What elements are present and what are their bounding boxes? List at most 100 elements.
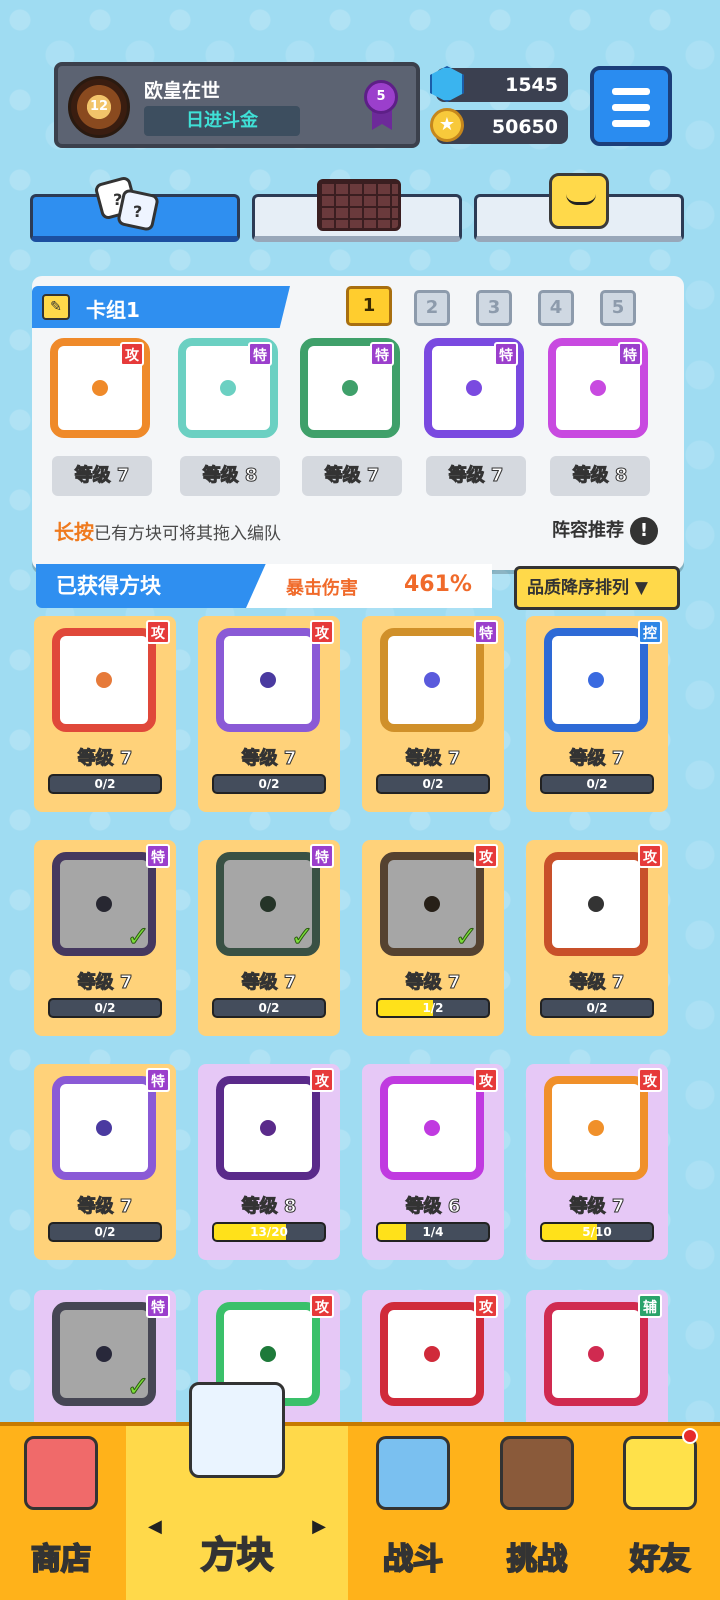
block-card[interactable]: 特 ✓ 等级 7 0/2 xyxy=(198,840,340,1036)
drag-hint: 长按已有方块可将其拖入编队 xyxy=(54,516,281,545)
block-level: 等级 8 xyxy=(241,1196,297,1218)
progress-text: 13/20 xyxy=(250,1225,288,1239)
profile-panel[interactable]: 12 欧皇在世 日进斗金 5 xyxy=(54,62,420,148)
menu-line xyxy=(612,88,650,95)
svg-text:?: ? xyxy=(113,190,122,209)
deck-slot-2[interactable]: 2 xyxy=(414,290,450,326)
type-tag: 控 xyxy=(638,620,662,644)
block-card[interactable]: 特等级 7 0/2 xyxy=(362,616,504,812)
block-card[interactable]: 控等级 7 0/2 xyxy=(526,616,668,812)
block-core-icon xyxy=(260,672,276,688)
crit-damage-stat[interactable]: 暴击伤害 461% xyxy=(246,564,492,608)
block-card[interactable]: 攻等级 6 1/4 xyxy=(362,1064,504,1260)
block-card[interactable]: 攻等级 7 0/2 xyxy=(526,840,668,1036)
block-card[interactable]: 攻等级 7 0/2 xyxy=(198,616,340,812)
block-level: 等级 7 xyxy=(569,748,625,770)
block-core-icon xyxy=(96,1120,112,1136)
gem-counter[interactable]: 1545 xyxy=(430,66,568,102)
block-card[interactable]: 攻 ✓ 等级 7 1/2 xyxy=(362,840,504,1036)
sort-dropdown[interactable]: 品质降序排列 ▼ xyxy=(514,566,680,610)
deck-card[interactable]: 特 xyxy=(178,338,278,438)
block-frame xyxy=(216,628,320,732)
block-art xyxy=(216,628,320,732)
pencil-icon[interactable]: ✎ xyxy=(42,294,70,320)
block-frame xyxy=(52,1076,156,1180)
block-core-icon xyxy=(96,672,112,688)
block-art xyxy=(52,1076,156,1180)
deck-slot-5[interactable]: 5 xyxy=(600,290,636,326)
deck-header[interactable]: ✎ 卡组1 xyxy=(32,286,290,328)
block-card[interactable]: 特等级 7 0/2 xyxy=(34,1064,176,1260)
equipped-check-icon: ✓ xyxy=(126,920,150,954)
block-card[interactable]: 攻等级 8 13/20 xyxy=(198,1064,340,1260)
block-level: 等级 7 xyxy=(569,1196,625,1218)
block-art xyxy=(380,628,484,732)
nav-battle[interactable]: 战斗 xyxy=(352,1426,474,1600)
lineup-recommend-button[interactable]: 阵容推荐! xyxy=(552,516,658,545)
nav-challenge-label: 挑战 xyxy=(506,1541,568,1578)
block-core-icon xyxy=(260,1346,276,1362)
progress-text: 0/2 xyxy=(94,1001,116,1015)
block-level: 等级 6 xyxy=(405,1196,461,1218)
progress-text: 0/2 xyxy=(258,1001,280,1015)
block-core-icon xyxy=(260,1120,276,1136)
coin-counter[interactable]: ★ 50650 xyxy=(430,108,568,144)
equipped-check-icon: ✓ xyxy=(290,920,314,954)
nav-blocks-label: 方块 xyxy=(200,1534,274,1577)
nav-shop-label: 商店 xyxy=(30,1541,92,1578)
upgrade-progress-bar: 5/10 xyxy=(540,1222,654,1242)
challenge-icon xyxy=(500,1436,574,1510)
player-name: 欧皇在世 xyxy=(144,80,221,102)
type-tag: 攻 xyxy=(474,844,498,868)
notification-dot xyxy=(682,1428,698,1444)
bottom-nav: 商店 ◀ ▶ 方块 战斗 挑战 好友 xyxy=(0,1382,720,1600)
type-tag: 攻 xyxy=(474,1294,498,1318)
type-tag: 特 xyxy=(146,1068,170,1092)
deck-slot-1[interactable]: 1 xyxy=(346,286,392,326)
block-card[interactable]: 攻等级 7 0/2 xyxy=(34,616,176,812)
type-tag: 攻 xyxy=(310,620,334,644)
gem-amount: 1545 xyxy=(505,74,558,96)
smiley-face-icon xyxy=(549,173,609,229)
nav-shop[interactable]: 商店 xyxy=(0,1426,122,1600)
deck-card[interactable]: 特 xyxy=(424,338,524,438)
deck-card-level: 等级 8 xyxy=(180,456,280,496)
block-core-icon xyxy=(588,1346,604,1362)
deck-slot-3[interactable]: 3 xyxy=(476,290,512,326)
deck-card-level: 等级 7 xyxy=(426,456,526,496)
block-level: 等级 7 xyxy=(77,1196,133,1218)
upgrade-progress-bar: 0/2 xyxy=(376,774,490,794)
tab-dice[interactable]: ? ? xyxy=(30,177,240,242)
menu-button[interactable] xyxy=(590,66,672,146)
rank-medal-icon[interactable]: 5 xyxy=(364,80,398,114)
block-core-icon xyxy=(590,380,606,396)
block-art xyxy=(544,1302,648,1406)
deck-card[interactable]: 攻 xyxy=(50,338,150,438)
hint-prefix: 长按 xyxy=(54,520,94,544)
block-frame xyxy=(52,628,156,732)
block-card[interactable]: 攻等级 7 5/10 xyxy=(526,1064,668,1260)
block-core-icon xyxy=(588,672,604,688)
type-tag: 攻 xyxy=(310,1294,334,1318)
block-frame xyxy=(544,628,648,732)
nav-friends[interactable]: 好友 xyxy=(600,1426,720,1600)
deck-slot-4[interactable]: 4 xyxy=(538,290,574,326)
block-art xyxy=(52,628,156,732)
info-icon: ! xyxy=(630,517,658,545)
deck-card[interactable]: 特 xyxy=(548,338,648,438)
block-core-icon xyxy=(342,380,358,396)
nav-blocks[interactable]: ◀ ▶ 方块 xyxy=(126,1382,348,1600)
block-frame xyxy=(380,1076,484,1180)
crit-value: 461% xyxy=(404,572,472,597)
tab-emote[interactable] xyxy=(474,173,684,242)
block-frame xyxy=(380,1302,484,1406)
block-frame xyxy=(544,1302,648,1406)
block-card[interactable]: 特 ✓ 等级 7 0/2 xyxy=(34,840,176,1036)
block-core-icon xyxy=(260,896,276,912)
block-art xyxy=(216,1076,320,1180)
deck-card[interactable]: 特 xyxy=(300,338,400,438)
upgrade-progress-bar: 0/2 xyxy=(48,774,162,794)
tab-board[interactable] xyxy=(252,179,462,242)
nav-challenge[interactable]: 挑战 xyxy=(476,1426,598,1600)
player-level: 12 xyxy=(89,99,109,114)
